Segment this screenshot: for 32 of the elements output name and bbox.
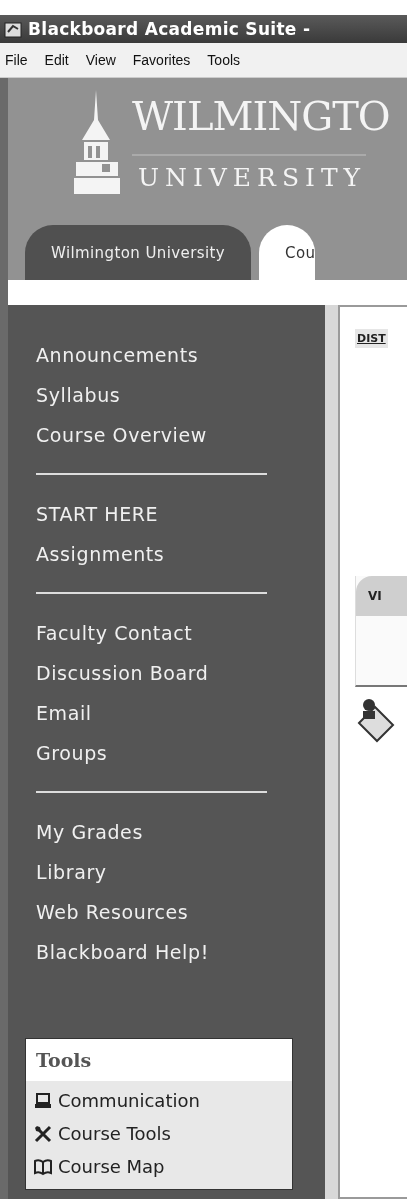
book-icon xyxy=(34,1157,52,1176)
tools-heading: Tools xyxy=(36,1049,92,1071)
course-menu-link[interactable]: Syllabus xyxy=(36,375,121,415)
course-menu-link[interactable]: Web Resources xyxy=(36,892,189,932)
panel-header: VI xyxy=(356,576,407,616)
content-link[interactable]: DIST xyxy=(355,329,388,348)
tab[interactable]: Cou xyxy=(259,225,316,280)
browser-icon xyxy=(4,20,22,38)
menu-item[interactable]: Edit xyxy=(44,52,69,68)
window-title: Blackboard Academic Suite - xyxy=(28,19,311,39)
course-menu-link[interactable]: Discussion Board xyxy=(36,653,209,693)
university-subtitle: UNIVERSITY xyxy=(132,154,367,194)
course-menu-link[interactable]: My Grades xyxy=(36,812,143,852)
tools-link[interactable]: Course Tools xyxy=(26,1117,171,1150)
course-menu-link[interactable]: Announcements xyxy=(36,335,199,375)
menu-item[interactable]: Tools xyxy=(207,52,241,68)
menu-item[interactable]: View xyxy=(85,52,116,68)
menu-item[interactable]: File xyxy=(5,52,28,68)
tools-link[interactable]: Course Map xyxy=(26,1150,165,1183)
course-menu-link[interactable]: Faculty Contact xyxy=(36,613,193,653)
course-menu-link[interactable]: START HERE xyxy=(36,494,159,534)
tab[interactable]: Wilmington University xyxy=(25,225,252,280)
course-menu-link[interactable]: Blackboard Help! xyxy=(36,932,209,972)
course-menu-link[interactable]: Groups xyxy=(36,733,108,773)
menu-item[interactable]: Favorites xyxy=(132,52,191,68)
course-menu-link[interactable]: Course Overview xyxy=(36,415,207,455)
tools-link[interactable]: Communication xyxy=(26,1084,200,1117)
computer-icon xyxy=(34,1091,52,1110)
course-menu-link[interactable]: Assignments xyxy=(36,534,165,574)
university-name: WILMINGTO xyxy=(132,92,390,140)
course-menu-link[interactable]: Library xyxy=(36,852,107,892)
course-menu-link[interactable]: Email xyxy=(36,693,92,733)
